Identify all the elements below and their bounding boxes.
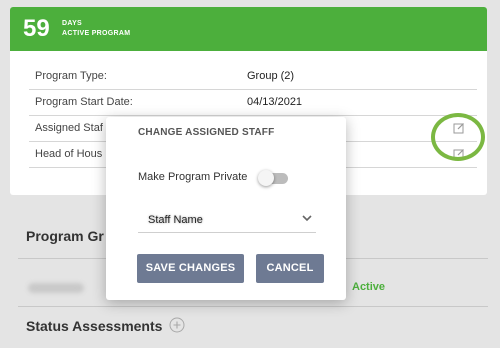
program-group-title: Program Gr — [26, 228, 104, 244]
divider — [18, 306, 488, 307]
days-text: DAYS — [62, 20, 83, 27]
blurred-member-name — [28, 283, 84, 293]
program-banner: 59 DAYS ACTIVE PROGRAM — [10, 7, 487, 51]
save-changes-button[interactable]: SAVE CHANGES — [137, 254, 244, 283]
assigned-staff-label: Assigned Staf — [35, 122, 103, 134]
edit-highlight-ring — [431, 113, 485, 161]
make-private-toggle[interactable] — [258, 170, 288, 186]
active-program-text: ACTIVE PROGRAM — [62, 30, 131, 37]
status-assessments-title: Status Assessments — [26, 318, 163, 334]
chevron-down-icon[interactable] — [301, 213, 313, 223]
toggle-knob — [258, 170, 274, 186]
program-type-value: Group (2) — [247, 70, 295, 82]
program-type-label: Program Type: — [35, 70, 107, 82]
days-label: DAYS ACTIVE PROGRAM — [62, 19, 130, 39]
head-of-household-label: Head of Hous — [35, 148, 103, 160]
plus-circle-icon[interactable] — [169, 317, 185, 333]
change-assigned-staff-modal: CHANGE ASSIGNED STAFF Make Program Priva… — [106, 117, 346, 300]
start-date-value: 04/13/2021 — [247, 96, 303, 108]
cancel-button[interactable]: CANCEL — [256, 254, 324, 283]
make-private-label: Make Program Private — [138, 171, 248, 183]
modal-title: CHANGE ASSIGNED STAFF — [138, 127, 275, 138]
start-date-label: Program Start Date: — [35, 96, 133, 108]
status-active-text: Active — [352, 281, 386, 293]
detail-row-program-type: Program Type: Group (2) — [29, 64, 477, 90]
staff-select-value: Staff Name — [148, 214, 203, 226]
days-count: 59 — [23, 15, 50, 42]
staff-name-select[interactable]: Staff Name — [138, 213, 316, 233]
detail-row-start-date: Program Start Date: 04/13/2021 — [29, 90, 477, 116]
